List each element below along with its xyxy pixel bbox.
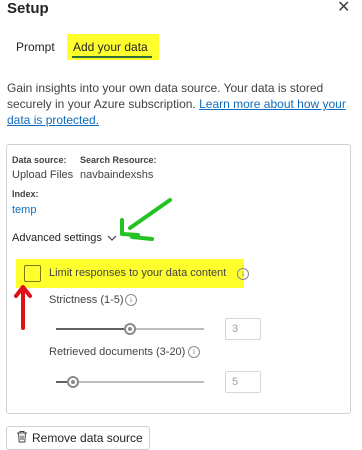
strictness-slider-thumb[interactable]: [124, 323, 136, 335]
strictness-fill: [56, 328, 130, 330]
panel-title: Setup: [7, 0, 49, 17]
trash-icon: [17, 431, 27, 443]
red-arrow-annotation: [14, 285, 32, 330]
active-tab-underline: [72, 56, 152, 58]
info-icon[interactable]: i: [188, 346, 200, 358]
info-icon[interactable]: i: [125, 294, 137, 306]
retrieved-documents-input[interactable]: 5: [225, 371, 261, 393]
green-arrow-annotation: [120, 198, 172, 241]
strictness-label: Strictness (1-5): [49, 294, 124, 306]
advanced-settings-label: Advanced settings: [12, 232, 102, 244]
advanced-settings-toggle[interactable]: Advanced settings: [12, 232, 117, 244]
strictness-input[interactable]: 3: [225, 318, 261, 340]
limit-responses-label: Limit responses to your data content: [49, 267, 227, 279]
data-source-value: Upload Files: [12, 169, 74, 181]
close-icon[interactable]: ✕: [337, 0, 350, 16]
index-value-link[interactable]: temp: [12, 204, 36, 216]
limit-responses-checkbox[interactable]: [24, 265, 41, 282]
retrieved-documents-label: Retrieved documents (3-20): [49, 346, 186, 358]
index-label: Index:: [12, 189, 39, 199]
remove-data-source-label: Remove data source: [32, 431, 143, 445]
data-source-label: Data source:: [12, 155, 67, 165]
tab-add-your-data[interactable]: Add your data: [73, 40, 148, 54]
info-icon[interactable]: i: [237, 268, 249, 280]
description: Gain insights into your own data source.…: [7, 80, 352, 128]
retrieved-slider-thumb[interactable]: [67, 376, 79, 388]
tab-prompt[interactable]: Prompt: [16, 40, 55, 54]
search-resource-label: Search Resource:: [80, 155, 157, 165]
search-resource-value: navbaindexshs: [80, 169, 154, 181]
